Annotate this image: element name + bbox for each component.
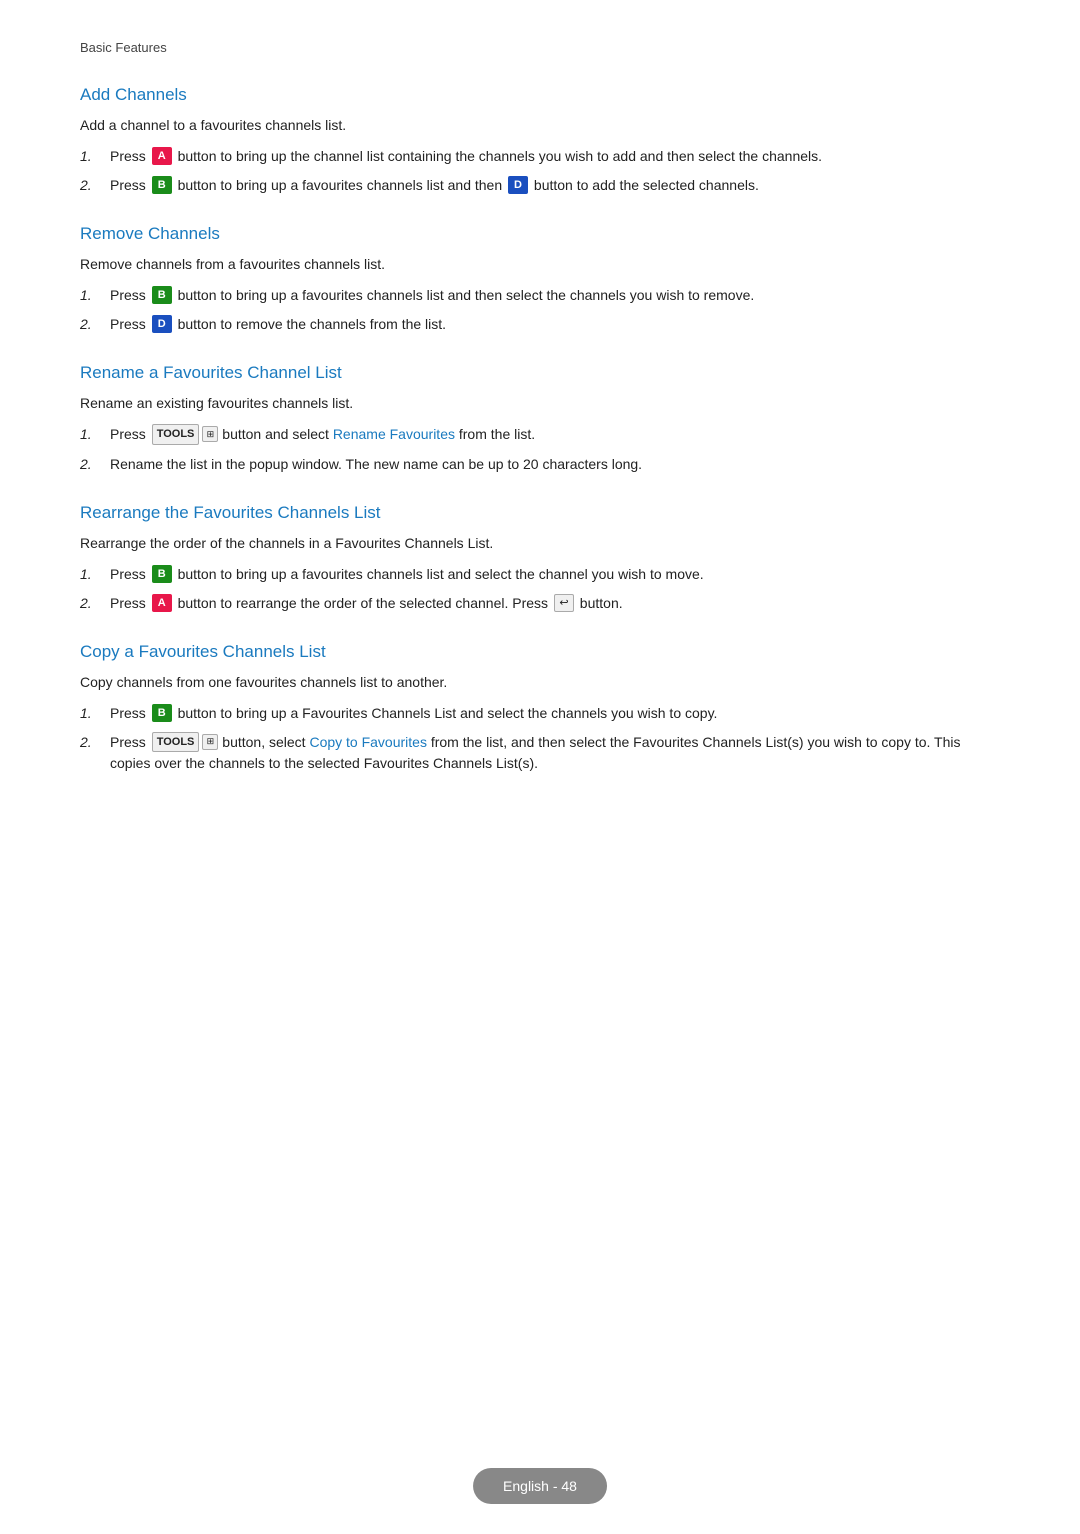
page-label: Basic Features	[80, 40, 1000, 55]
button-badge-b: B	[152, 286, 172, 304]
button-badge-a: A	[152, 594, 172, 612]
list-number: 1.	[80, 285, 110, 306]
list-item: 2.Press A button to rearrange the order …	[80, 593, 1000, 614]
list-number: 2.	[80, 175, 110, 196]
button-badge-b: B	[152, 704, 172, 722]
section-title: Add Channels	[80, 85, 1000, 105]
list-content: Press B button to bring up a favourites …	[110, 285, 1000, 306]
footer-badge: English - 48	[473, 1468, 607, 1504]
list-content: Press B button to bring up a favourites …	[110, 175, 1000, 196]
tools-badge: TOOLS	[152, 424, 200, 445]
section-title: Copy a Favourites Channels List	[80, 642, 1000, 662]
list-item: 1.Press B button to bring up a favourite…	[80, 285, 1000, 306]
highlight-link: Copy to Favourites	[309, 734, 427, 750]
section-description: Remove channels from a favourites channe…	[80, 254, 1000, 275]
tools-icon: ⊞	[202, 734, 218, 750]
list-content: Press A button to rearrange the order of…	[110, 593, 1000, 614]
list-number: 2.	[80, 732, 110, 753]
list-item: 1.Press TOOLS⊞ button and select Rename …	[80, 424, 1000, 446]
list-item: 2.Rename the list in the popup window. T…	[80, 454, 1000, 475]
list-number: 1.	[80, 146, 110, 167]
list-item: 1.Press B button to bring up a favourite…	[80, 564, 1000, 585]
section-add-channels: Add Channels Add a channel to a favourite…	[80, 85, 1000, 196]
list-number: 2.	[80, 454, 110, 475]
list-content: Rename the list in the popup window. The…	[110, 454, 1000, 475]
tools-icon: ⊞	[202, 426, 218, 442]
list-number: 2.	[80, 314, 110, 335]
section-title: Remove Channels	[80, 224, 1000, 244]
button-badge-b: B	[152, 176, 172, 194]
tools-badge: TOOLS	[152, 732, 200, 753]
list-item: 1.Press A button to bring up the channel…	[80, 146, 1000, 167]
section-description: Copy channels from one favourites channe…	[80, 672, 1000, 693]
list-content: Press D button to remove the channels fr…	[110, 314, 1000, 335]
highlight-link: Rename Favourites	[333, 426, 455, 442]
list-item: 2.Press B button to bring up a favourite…	[80, 175, 1000, 196]
button-badge-d: D	[152, 315, 172, 333]
list-content: Press B button to bring up a favourites …	[110, 564, 1000, 585]
list-number: 2.	[80, 593, 110, 614]
list-content: Press B button to bring up a Favourites …	[110, 703, 1000, 724]
button-badge-a: A	[152, 147, 172, 165]
list-item: 2.Press TOOLS⊞ button, select Copy to Fa…	[80, 732, 1000, 775]
list-number: 1.	[80, 424, 110, 445]
list-item: 2.Press D button to remove the channels …	[80, 314, 1000, 335]
list-content: Press A button to bring up the channel l…	[110, 146, 1000, 167]
section-rearrange-favourites: Rearrange the Favourites Channels List Re…	[80, 503, 1000, 614]
section-description: Rearrange the order of the channels in a…	[80, 533, 1000, 554]
list-content: Press TOOLS⊞ button and select Rename Fa…	[110, 424, 1000, 446]
button-badge-b: B	[152, 565, 172, 583]
section-copy-favourites: Copy a Favourites Channels List Copy chan…	[80, 642, 1000, 775]
section-description: Rename an existing favourites channels l…	[80, 393, 1000, 414]
section-description: Add a channel to a favourites channels l…	[80, 115, 1000, 136]
section-title: Rearrange the Favourites Channels List	[80, 503, 1000, 523]
section-title: Rename a Favourites Channel List	[80, 363, 1000, 383]
section-remove-channels: Remove Channels Remove channels from a fa…	[80, 224, 1000, 335]
return-icon: ↩	[554, 594, 574, 612]
button-badge-d: D	[508, 176, 528, 194]
list-number: 1.	[80, 564, 110, 585]
section-rename-favourites: Rename a Favourites Channel List Rename a…	[80, 363, 1000, 475]
sections-container: Add Channels Add a channel to a favourite…	[80, 85, 1000, 774]
page-container: Basic Features Add Channels Add a channel…	[0, 0, 1080, 902]
list-number: 1.	[80, 703, 110, 724]
list-item: 1.Press B button to bring up a Favourite…	[80, 703, 1000, 724]
list-content: Press TOOLS⊞ button, select Copy to Favo…	[110, 732, 1000, 775]
